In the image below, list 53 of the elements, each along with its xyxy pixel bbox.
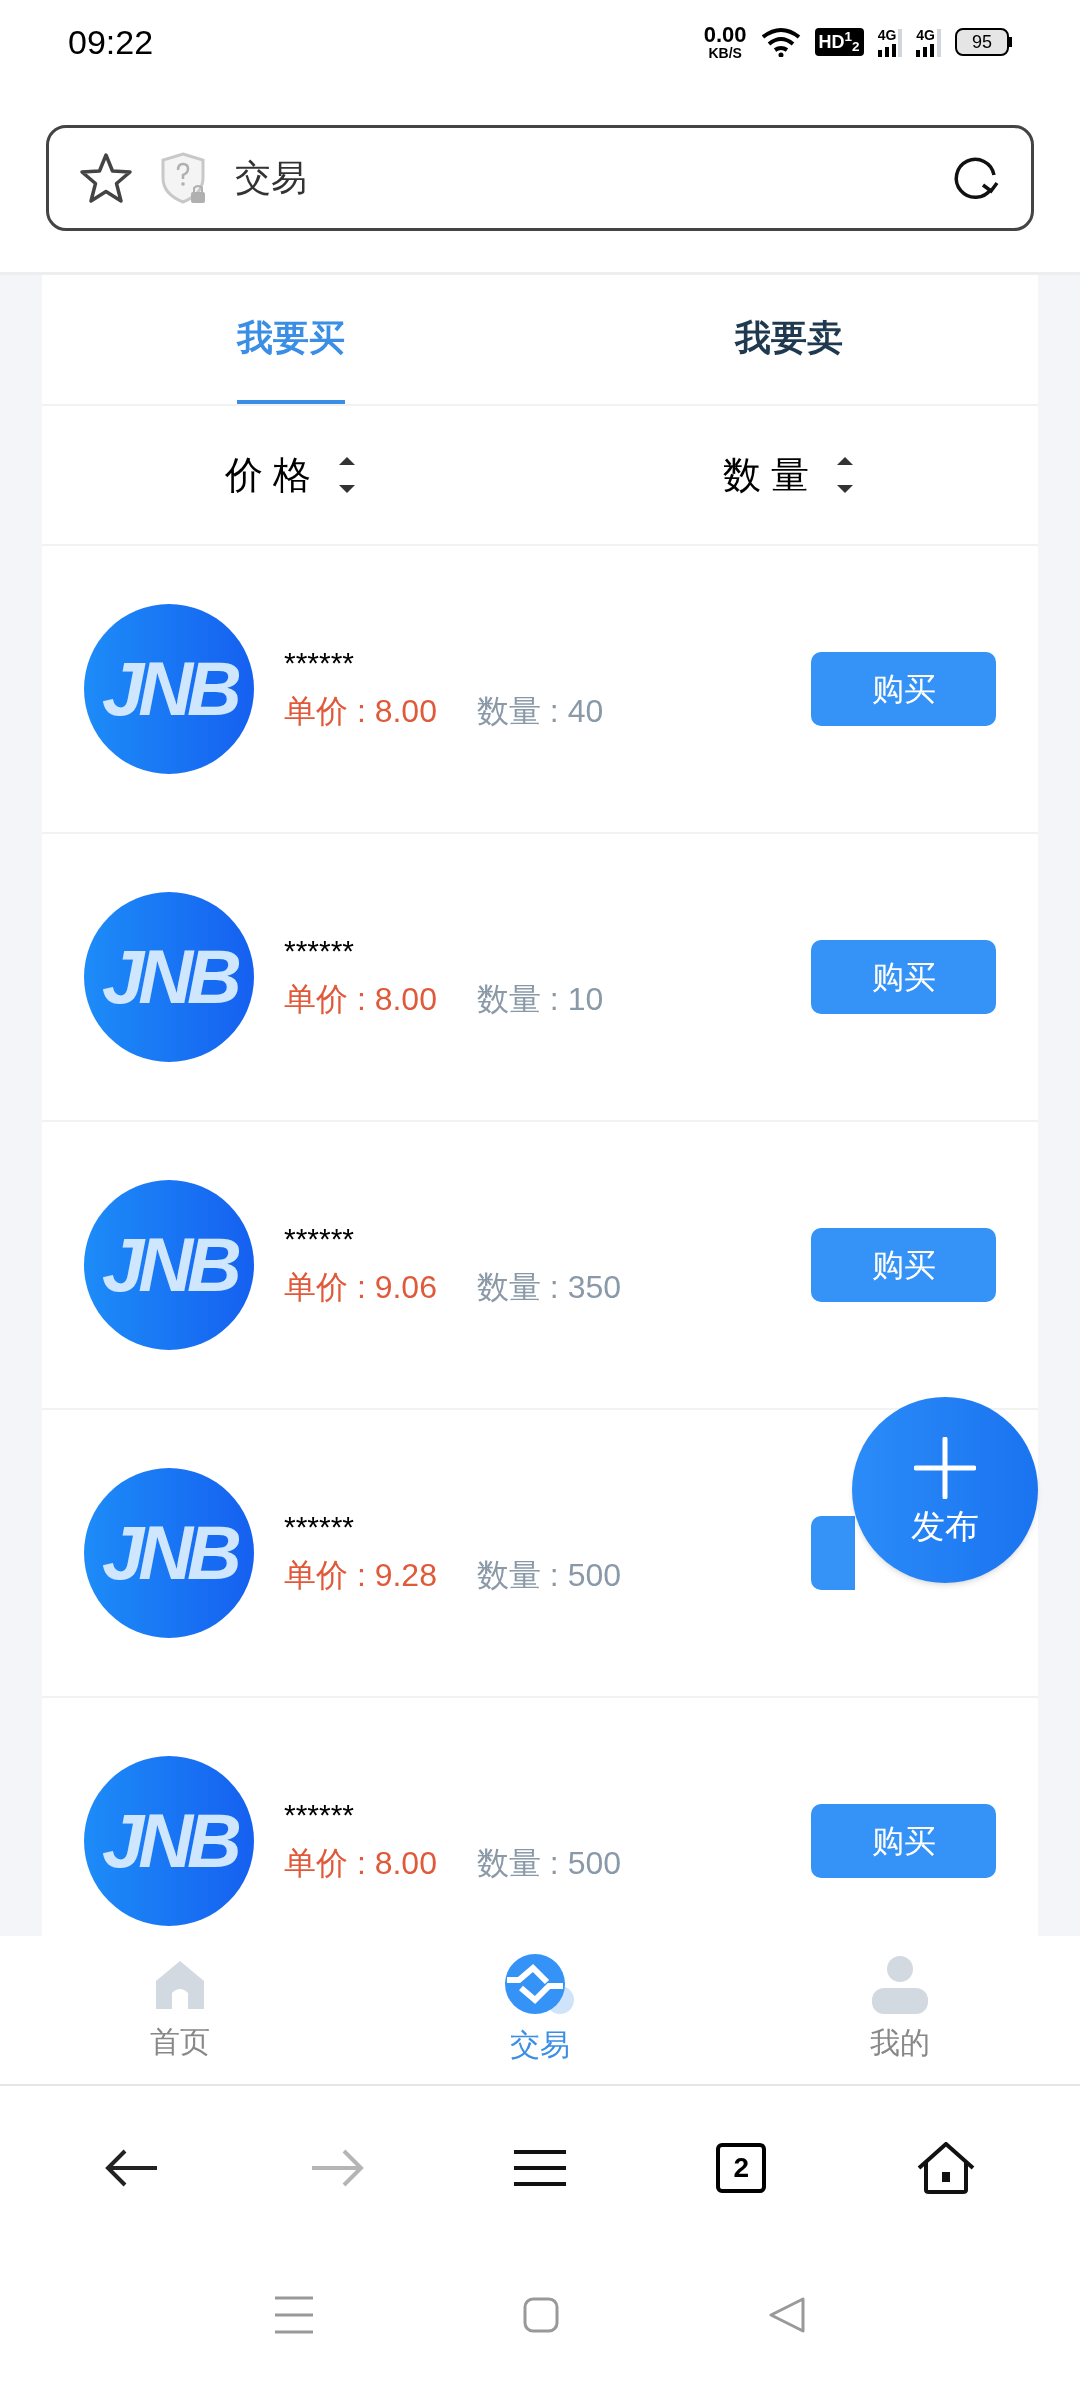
buy-button[interactable]: 购买 xyxy=(811,940,996,1014)
battery-icon: 95 xyxy=(955,28,1012,56)
back-icon[interactable] xyxy=(105,2148,160,2188)
masked-name: ****** xyxy=(284,645,356,681)
unit-price: 单价 : 8.00 xyxy=(284,1844,437,1883)
network-speed: 0.00 xyxy=(703,24,747,46)
sort-label[interactable]: 数 量 xyxy=(722,446,810,504)
clock-time: 09:22 xyxy=(68,21,154,63)
nav-tab[interactable]: 我的 xyxy=(720,1936,1080,2084)
home-square-icon[interactable] xyxy=(523,2297,559,2333)
coin-logo: JNB xyxy=(84,1468,254,1638)
quantity: 数量 : 500 xyxy=(476,1556,621,1595)
buy-button[interactable]: 购买 xyxy=(811,1228,996,1302)
quantity: 数量 : 10 xyxy=(476,980,604,1019)
home-icon[interactable] xyxy=(916,2142,975,2194)
nav-tab[interactable]: 交易 xyxy=(360,1936,720,2084)
tab-count[interactable]: 2 xyxy=(716,2143,767,2193)
star-icon[interactable] xyxy=(79,152,133,204)
coin-logo: JNB xyxy=(84,1756,254,1926)
buy-button[interactable]: 购买 xyxy=(811,1804,996,1878)
cellular-signal: 4G xyxy=(877,27,903,57)
address-bar[interactable]: 交易 xyxy=(46,125,1034,231)
page-title: 交易 xyxy=(235,156,308,200)
quantity: 数量 : 40 xyxy=(476,692,604,731)
wifi-icon xyxy=(760,27,801,57)
menu-icon[interactable] xyxy=(513,2150,566,2186)
masked-name: ****** xyxy=(284,1797,356,1833)
masked-name: ****** xyxy=(284,1509,356,1545)
unit-price: 单价 : 8.00 xyxy=(284,980,437,1019)
sort-icon[interactable] xyxy=(337,455,358,495)
person-icon xyxy=(872,1955,928,2014)
sort-icon[interactable] xyxy=(835,455,856,495)
plus-icon xyxy=(914,1437,976,1499)
masked-name: ****** xyxy=(284,933,356,969)
shield-icon xyxy=(161,152,207,204)
back-triangle-icon[interactable] xyxy=(769,2297,805,2333)
quantity: 数量 : 350 xyxy=(476,1268,621,1307)
tab[interactable]: 我要买 xyxy=(237,275,345,404)
exchange-icon xyxy=(505,1953,575,2016)
coin-logo: JNB xyxy=(84,892,254,1062)
unit-price: 单价 : 9.28 xyxy=(284,1556,437,1595)
tab[interactable]: 我要卖 xyxy=(735,275,843,404)
coin-logo: JNB xyxy=(84,604,254,774)
unit-price: 单价 : 8.00 xyxy=(284,692,437,731)
quantity: 数量 : 500 xyxy=(476,1844,621,1883)
masked-name: ****** xyxy=(284,1221,356,1257)
cellular-signal: 4G xyxy=(916,27,941,57)
coin-logo: JNB xyxy=(84,1180,254,1350)
sort-label[interactable]: 价 格 xyxy=(224,446,312,504)
buy-button[interactable]: 购买 xyxy=(811,652,996,726)
unit-price: 单价 : 9.06 xyxy=(284,1268,437,1307)
speed-unit: KB/S xyxy=(708,46,742,60)
nav-tab[interactable]: 首页 xyxy=(0,1936,360,2084)
